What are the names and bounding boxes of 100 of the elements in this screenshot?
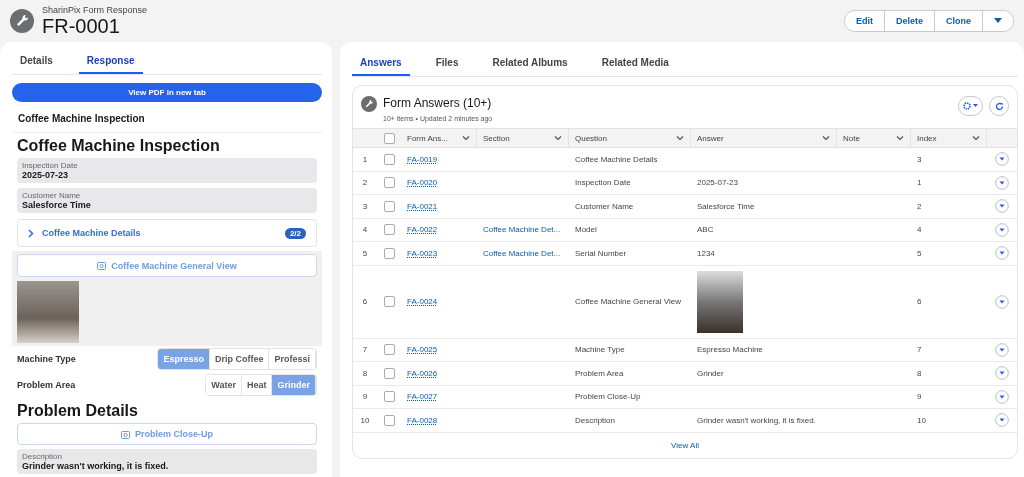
column-header[interactable]: Section xyxy=(477,129,569,147)
table-cell-text: 2 xyxy=(916,201,923,211)
caret-down-icon xyxy=(973,104,978,108)
photo-placeholder xyxy=(17,281,79,344)
chevron-right-icon xyxy=(28,228,34,238)
record-link[interactable]: FA-0028 xyxy=(401,415,477,425)
field-label: Description xyxy=(22,452,63,461)
table-cell-text: Serial Number xyxy=(574,248,628,258)
table-cell-text: 4 xyxy=(916,225,923,235)
tab[interactable]: Files xyxy=(427,50,467,76)
checkbox[interactable] xyxy=(383,247,395,259)
table-cell-text: Customer Name xyxy=(574,201,635,211)
field-label: Inspection Date xyxy=(22,160,79,170)
chevron-down-icon xyxy=(822,134,830,142)
table-cell-text: Coffee Machine Details xyxy=(574,154,659,164)
checkbox[interactable] xyxy=(383,200,395,212)
field-value: Grinder wasn't working, it is fixed. xyxy=(22,461,170,471)
table-cell-text: ABC xyxy=(696,225,715,235)
row-menu-icon[interactable] xyxy=(995,294,1009,309)
row-number: 10 xyxy=(359,415,371,425)
record-link[interactable]: FA-0027 xyxy=(401,392,477,402)
table-cell-text: 1 xyxy=(916,178,923,188)
checkbox[interactable] xyxy=(383,391,395,403)
option-button[interactable]: Water xyxy=(206,375,242,396)
tab[interactable]: Related Media xyxy=(593,50,677,76)
row-number: 1 xyxy=(361,154,369,164)
table-cell-text: 7 xyxy=(916,345,923,355)
column-header[interactable]: Form Ans... xyxy=(401,129,477,147)
checkbox[interactable] xyxy=(383,367,395,379)
checkbox[interactable] xyxy=(383,344,395,356)
table-cell-text: Grinder xyxy=(696,368,725,378)
row-menu-icon[interactable] xyxy=(995,199,1009,214)
choice-label: Machine Type xyxy=(17,354,76,365)
view-pdf-button[interactable]: View PDF in new tab xyxy=(12,83,322,102)
wrench-icon xyxy=(361,96,377,112)
settings-icon xyxy=(963,102,971,110)
column-header[interactable]: Answer xyxy=(691,129,837,147)
checkbox[interactable] xyxy=(383,132,395,144)
row-number: 6 xyxy=(361,297,369,306)
column-header[interactable]: Index xyxy=(911,129,987,147)
table-cell-text: 1234 xyxy=(696,248,716,258)
section-heading: Problem Details xyxy=(16,401,139,422)
column-header[interactable]: Question xyxy=(569,129,691,147)
table-cell-text: Grinder wasn't working, it is fixed. xyxy=(696,415,817,425)
field-value: Salesforce Time xyxy=(22,199,92,210)
record-title: FR-0001 xyxy=(42,15,121,37)
table-cell-text: Inspection Date xyxy=(574,178,632,188)
record-link[interactable]: FA-0021 xyxy=(401,201,477,211)
settings-button[interactable] xyxy=(958,96,983,116)
row-number: 4 xyxy=(361,225,369,235)
checkbox[interactable] xyxy=(383,224,395,236)
table-cell-text: Coffee Machine General View xyxy=(574,297,682,306)
table-cell-text: Salesforce Time xyxy=(696,201,756,211)
collapsible-section[interactable]: Coffee Machine Details 2/2 xyxy=(17,218,317,248)
record-link[interactable]: FA-0020 xyxy=(401,178,477,188)
section-link[interactable]: Coffee Machine Det... xyxy=(477,248,569,258)
row-number: 8 xyxy=(361,368,369,378)
tab[interactable]: Details xyxy=(12,48,61,74)
choice-label: Problem Area xyxy=(17,380,76,391)
record-link[interactable]: FA-0023 xyxy=(401,248,477,258)
count-badge: 2/2 xyxy=(284,227,306,239)
caret-down-icon xyxy=(994,18,1002,24)
row-menu-icon[interactable] xyxy=(995,175,1009,190)
action-button[interactable]: Edit xyxy=(844,11,885,31)
checkbox[interactable] xyxy=(383,296,395,307)
table-cell-text: Description xyxy=(574,415,616,425)
record-link[interactable]: FA-0024 xyxy=(401,297,477,306)
row-menu-icon[interactable] xyxy=(995,246,1009,261)
tab[interactable]: Related Albums xyxy=(484,50,576,76)
checkbox[interactable] xyxy=(383,153,395,165)
record-type: SharinPix Form Response xyxy=(42,5,149,15)
row-menu-icon[interactable] xyxy=(995,389,1009,404)
row-menu-icon[interactable] xyxy=(995,222,1009,237)
row-menu-icon[interactable] xyxy=(995,152,1009,167)
tab[interactable]: Answers xyxy=(352,50,410,76)
row-menu-icon[interactable] xyxy=(995,342,1009,357)
record-link[interactable]: FA-0026 xyxy=(401,368,477,378)
checkbox[interactable] xyxy=(383,177,395,189)
row-number: 9 xyxy=(361,392,369,402)
record-link[interactable]: FA-0022 xyxy=(401,225,477,235)
table-cell-text: 8 xyxy=(916,368,923,378)
row-menu-icon[interactable] xyxy=(995,366,1009,381)
table-cell-text: 2025-07-23 xyxy=(696,178,739,188)
checkbox[interactable] xyxy=(383,414,395,426)
tab[interactable]: Response xyxy=(78,48,143,74)
row-number: 7 xyxy=(361,345,369,355)
column-header[interactable]: Note xyxy=(837,129,911,147)
record-link[interactable]: FA-0019 xyxy=(401,154,477,164)
section-link[interactable]: Coffee Machine Det... xyxy=(477,225,569,235)
table-cell-text: Model xyxy=(574,225,598,235)
view-all-link[interactable]: View All xyxy=(353,432,1017,458)
chevron-down-icon xyxy=(896,134,904,142)
table-cell-text: 5 xyxy=(916,248,923,258)
row-number: 5 xyxy=(361,248,369,258)
chevron-down-icon xyxy=(676,134,684,142)
row-menu-icon[interactable] xyxy=(995,413,1009,428)
table-cell-text: 3 xyxy=(916,154,923,164)
record-link[interactable]: FA-0025 xyxy=(401,345,477,355)
refresh-button[interactable] xyxy=(989,96,1009,116)
refresh-icon xyxy=(994,101,1004,111)
